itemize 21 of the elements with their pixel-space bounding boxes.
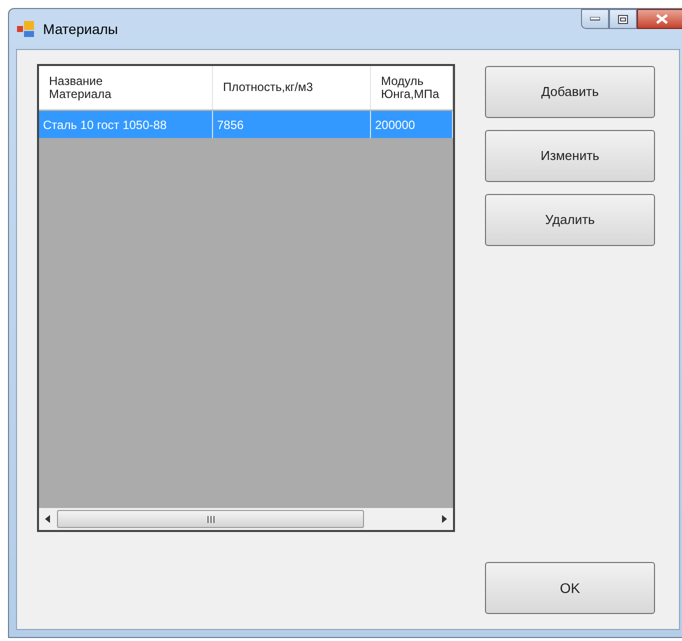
column-header[interactable]: Плотность,кг/м3 (213, 66, 371, 109)
close-button[interactable] (637, 9, 682, 29)
window-title: Материалы (43, 20, 118, 39)
horizontal-scrollbar[interactable] (39, 508, 453, 530)
table-cell: 200000 (371, 111, 453, 138)
table-cell: Сталь 10 гост 1050-88 (39, 111, 213, 138)
table-cell: 7856 (213, 111, 371, 138)
ok-button[interactable]: OK (485, 562, 655, 614)
action-button[interactable]: Добавить (485, 66, 655, 118)
window-icon (17, 21, 35, 37)
action-button[interactable]: Удалить (485, 194, 655, 246)
column-header[interactable]: Название Материала (39, 66, 213, 109)
maximize-icon (618, 14, 628, 24)
minimize-icon (590, 17, 600, 21)
minimize-button[interactable] (581, 9, 609, 29)
scrollbar-thumb[interactable] (57, 510, 364, 528)
action-button[interactable]: Изменить (485, 130, 655, 182)
column-header[interactable]: Модуль Юнга,МПа (371, 66, 453, 109)
grip-icon (206, 516, 214, 522)
close-icon (656, 14, 668, 24)
maximize-button[interactable] (609, 9, 637, 29)
